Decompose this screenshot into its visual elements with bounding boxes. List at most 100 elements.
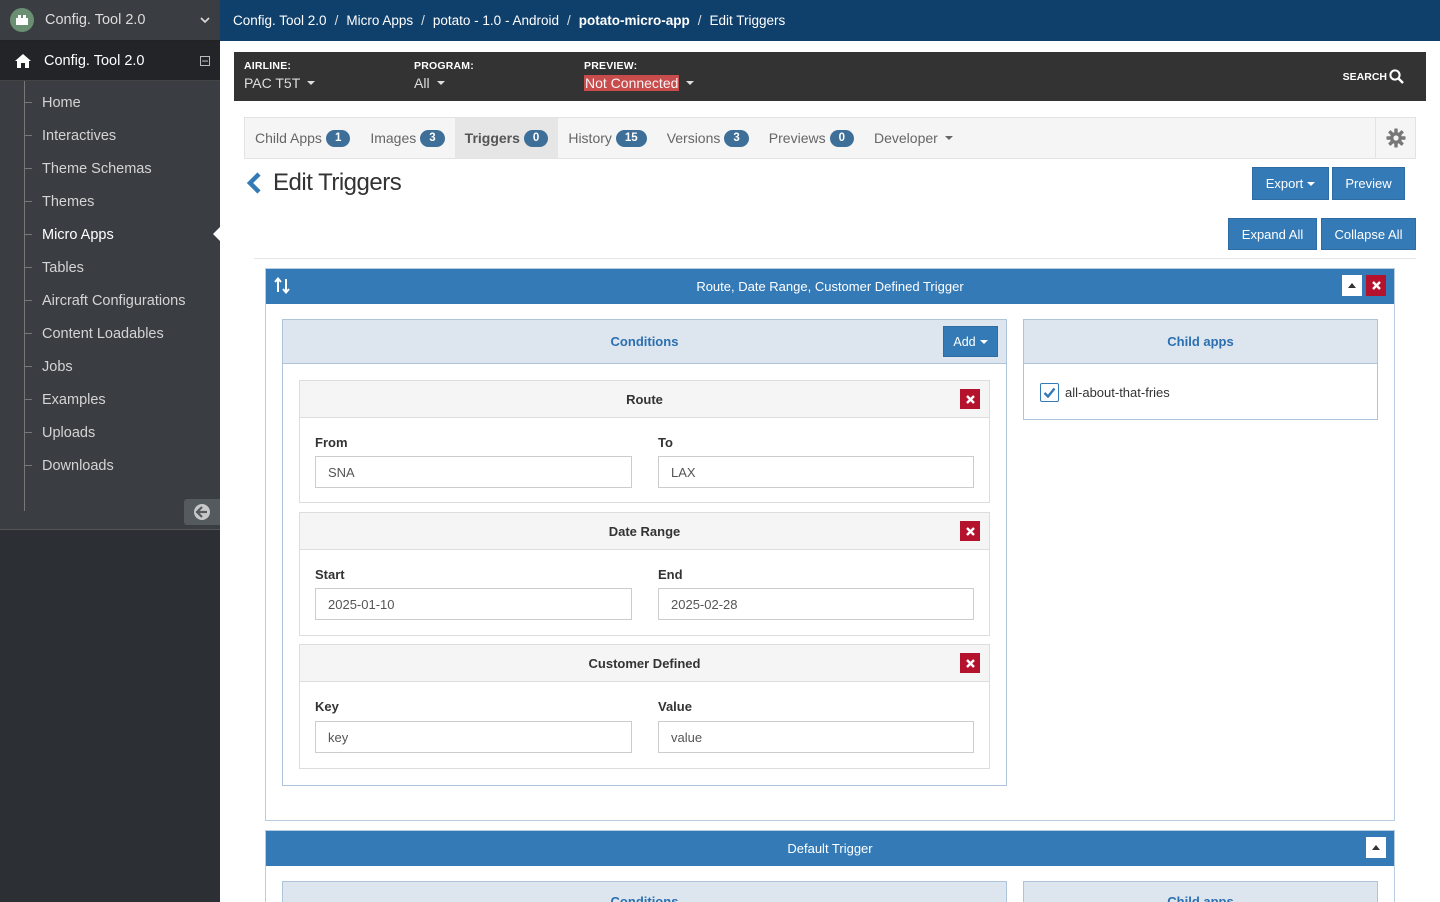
collapse-section-icon[interactable]: − (200, 55, 210, 67)
breadcrumb-current: Edit Triggers (709, 13, 786, 28)
sidebar: Config. Tool 2.0 Config. Tool 2.0 − Home… (0, 0, 220, 902)
end-label: End (658, 567, 683, 582)
page-title: Edit Triggers (273, 169, 402, 196)
collapse-trigger-button[interactable] (1366, 837, 1386, 858)
collapse-trigger-button[interactable] (1342, 275, 1362, 296)
breadcrumb-item[interactable]: potato - 1.0 - Android (433, 13, 559, 28)
end-date-input[interactable] (658, 588, 974, 620)
route-from-input[interactable] (315, 456, 632, 488)
tab-history[interactable]: History 15 (558, 118, 656, 158)
remove-condition-button[interactable] (960, 521, 980, 541)
sidebar-item-jobs[interactable]: Jobs (0, 350, 220, 383)
to-label: To (658, 435, 673, 450)
chevron-down-icon (200, 13, 210, 27)
tab-triggers[interactable]: Triggers 0 (454, 118, 559, 158)
condition-header: Route (300, 381, 989, 418)
divider (254, 258, 1416, 259)
search-label: SEARCH (1342, 70, 1387, 83)
caret-down-icon (686, 81, 695, 85)
airline-selector[interactable]: AIRLINE: PAC T5T (244, 60, 316, 91)
child-app-name: all-about-that-fries (1065, 385, 1170, 400)
preview-button[interactable]: Preview (1332, 167, 1405, 200)
close-icon (965, 658, 975, 668)
caret-up-icon (1348, 283, 1356, 288)
sidebar-item-uploads[interactable]: Uploads (0, 416, 220, 449)
route-condition: Route From To (299, 380, 990, 503)
sidebar-item-themes[interactable]: Themes (0, 185, 220, 218)
program-selector[interactable]: PROGRAM: All (414, 60, 474, 91)
sidebar-section-header[interactable]: Config. Tool 2.0 − (0, 41, 220, 81)
tab-label: Triggers (464, 130, 520, 146)
route-to-input[interactable] (658, 456, 974, 488)
add-condition-button[interactable]: Add (943, 326, 998, 357)
start-date-input[interactable] (315, 588, 632, 620)
tab-previews[interactable]: Previews 0 (759, 118, 864, 158)
key-label: Key (315, 699, 339, 714)
sidebar-item-downloads[interactable]: Downloads (0, 449, 220, 482)
caret-down-icon (1307, 181, 1316, 186)
sidebar-item-examples[interactable]: Examples (0, 383, 220, 416)
sidebar-menu: Home Interactives Theme Schemas Themes M… (0, 81, 220, 530)
close-icon (1371, 281, 1381, 290)
expand-all-button[interactable]: Expand All (1228, 218, 1317, 250)
collapse-all-button[interactable]: Collapse All (1321, 218, 1416, 250)
preview-selector[interactable]: PREVIEW: Not Connected (584, 60, 695, 91)
tab-label: Versions (666, 130, 721, 146)
sidebar-item-home[interactable]: Home (0, 86, 220, 119)
breadcrumb-separator: / (566, 13, 571, 28)
breadcrumb-separator: / (697, 13, 702, 28)
remove-condition-button[interactable] (960, 653, 980, 673)
preview-label: PREVIEW: (584, 60, 638, 72)
count-badge: 1 (325, 129, 351, 147)
key-input[interactable] (315, 721, 632, 753)
sidebar-item-tables[interactable]: Tables (0, 251, 220, 284)
page-header: Edit Triggers (246, 169, 402, 197)
app-switcher[interactable]: Config. Tool 2.0 (0, 0, 220, 41)
trigger-title: Default Trigger (787, 841, 873, 856)
child-apps-panel: Child apps all-about-that-fries (1023, 319, 1378, 420)
value-input[interactable] (658, 721, 974, 753)
conditions-header: Conditions (283, 882, 1006, 902)
condition-header: Date Range (300, 513, 989, 550)
conditions-title: Conditions (610, 334, 679, 349)
search-icon (1389, 69, 1404, 84)
tab-label: Previews (768, 130, 826, 146)
breadcrumb-item[interactable]: Config. Tool 2.0 (233, 13, 327, 28)
conditions-header: Conditions Add (283, 320, 1006, 364)
count-badge: 3 (420, 129, 445, 147)
sidebar-item-interactives[interactable]: Interactives (0, 119, 220, 152)
settings-button[interactable] (1375, 118, 1415, 158)
app-logo-icon (10, 8, 34, 32)
remove-condition-button[interactable] (960, 389, 980, 409)
sort-handle-icon[interactable] (274, 277, 290, 294)
count-badge: 0 (829, 129, 854, 147)
date-range-condition: Date Range Start End (299, 512, 990, 636)
chevron-left-icon[interactable] (246, 171, 262, 195)
tab-images[interactable]: Images 3 (360, 118, 454, 158)
child-apps-title: Child apps (1167, 894, 1234, 902)
search-button[interactable]: SEARCH (1343, 69, 1404, 84)
close-icon (965, 526, 975, 536)
child-app-item[interactable]: all-about-that-fries (1040, 383, 1170, 402)
sidebar-item-aircraft-configurations[interactable]: Aircraft Configurations (0, 284, 220, 317)
sidebar-collapse-button[interactable] (184, 499, 220, 525)
conditions-title: Conditions (610, 894, 679, 902)
breadcrumb-item[interactable]: potato-micro-app (579, 13, 690, 28)
export-button[interactable]: Export (1252, 167, 1329, 200)
child-app-checkbox[interactable] (1040, 383, 1059, 402)
caret-down-icon (944, 136, 953, 140)
delete-trigger-button[interactable] (1366, 275, 1386, 296)
breadcrumb-separator: / (334, 13, 339, 28)
tab-child-apps[interactable]: Child Apps 1 (245, 118, 360, 158)
sidebar-item-micro-apps[interactable]: Micro Apps (0, 218, 220, 251)
breadcrumb-item[interactable]: Micro Apps (346, 13, 413, 28)
breadcrumb: Config. Tool 2.0 / Micro Apps / potato -… (220, 0, 1440, 41)
sidebar-item-theme-schemas[interactable]: Theme Schemas (0, 152, 220, 185)
sidebar-item-content-loadables[interactable]: Content Loadables (0, 317, 220, 350)
airline-label: AIRLINE: (244, 60, 292, 72)
trigger-header: Route, Date Range, Customer Defined Trig… (266, 269, 1394, 304)
trigger-header: Default Trigger (266, 831, 1394, 866)
tab-versions[interactable]: Versions 3 (657, 118, 759, 158)
tab-label: Child Apps (255, 130, 322, 146)
tab-developer[interactable]: Developer (864, 118, 963, 158)
